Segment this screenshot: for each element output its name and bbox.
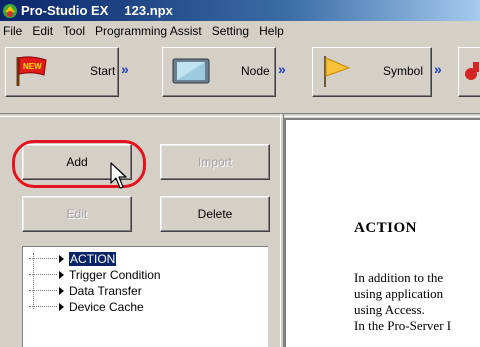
- pennant-icon: [324, 56, 351, 87]
- toolbar-separator: [0, 113, 480, 117]
- monitor-icon: [172, 58, 210, 84]
- doc-line: In the Pro-Server I: [354, 318, 452, 333]
- mouse-cursor-icon: [110, 162, 127, 189]
- tree-branch-line: [29, 290, 57, 292]
- start-button[interactable]: NEW Start: [5, 47, 119, 97]
- file-name: 123.npx: [124, 3, 173, 18]
- doc-line: using application: [354, 286, 444, 301]
- symbol-button[interactable]: Symbol: [312, 47, 432, 97]
- doc-title: ACTION: [354, 220, 418, 236]
- edit-button[interactable]: Edit: [22, 196, 132, 232]
- arrow-icon: »: [121, 61, 129, 77]
- menu-file[interactable]: File: [0, 24, 27, 38]
- tree-item-action[interactable]: ACTION: [23, 251, 117, 267]
- tree-item-label: Device Cache: [69, 300, 144, 314]
- title-bar: Pro-Studio EX 123.npx: [0, 0, 480, 21]
- new-badge-text: NEW: [23, 62, 42, 71]
- tree-item-trigger-condition[interactable]: Trigger Condition: [23, 267, 161, 283]
- doc-line: using Access.: [354, 302, 425, 317]
- tree-item-label: Data Transfer: [69, 284, 142, 298]
- category-tree: ACTION Trigger Condition Data Transfer D…: [22, 246, 268, 347]
- tree-item-label: ACTION: [69, 252, 117, 266]
- document-viewer: ACTION In addition to the using applicat…: [284, 118, 480, 347]
- next-toolbar-button[interactable]: [458, 47, 480, 97]
- delete-button[interactable]: Delete: [160, 196, 270, 232]
- arrow-icon: »: [278, 61, 286, 77]
- tree-branch-line: [29, 258, 57, 260]
- doc-body: In addition to the using application usi…: [354, 270, 451, 334]
- tree-branch-line: [29, 274, 57, 276]
- menu-bar: File Edit Tool Programming Assist Settin…: [0, 21, 480, 41]
- node-button[interactable]: Node: [162, 47, 276, 97]
- doc-line: In addition to the: [354, 270, 444, 285]
- menu-programming-assist[interactable]: Programming Assist: [90, 24, 207, 38]
- tree-item-device-cache[interactable]: Device Cache: [23, 299, 144, 315]
- expand-arrow-icon: [59, 255, 64, 263]
- menu-tool[interactable]: Tool: [58, 24, 90, 38]
- new-flag-icon: NEW: [16, 56, 47, 86]
- expand-arrow-icon: [59, 271, 64, 279]
- menu-edit[interactable]: Edit: [27, 24, 58, 38]
- symbol-label: Symbol: [383, 64, 424, 78]
- tree-branch-line: [29, 306, 57, 308]
- app-name: Pro-Studio EX: [21, 3, 109, 18]
- menu-help[interactable]: Help: [254, 24, 289, 38]
- tree-item-data-transfer[interactable]: Data Transfer: [23, 283, 142, 299]
- partial-tool-icon: [465, 62, 479, 80]
- expand-arrow-icon: [59, 303, 64, 311]
- node-label: Node: [241, 64, 270, 78]
- menu-setting[interactable]: Setting: [207, 24, 254, 38]
- toolbar: NEW Start » Node » Symbol »: [0, 41, 480, 113]
- tree-item-label: Trigger Condition: [69, 268, 161, 282]
- start-label: Start: [90, 64, 116, 78]
- pro-studio-app-icon: [3, 3, 17, 18]
- arrow-icon: »: [434, 61, 442, 77]
- import-button[interactable]: Import: [160, 144, 270, 180]
- expand-arrow-icon: [59, 287, 64, 295]
